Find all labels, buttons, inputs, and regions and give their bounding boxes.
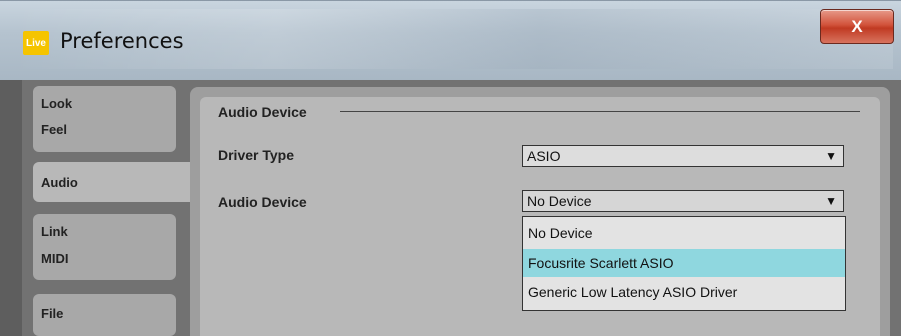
audio-device-select[interactable]: No Device ▼ [522, 190, 844, 212]
tab-look-feel[interactable]: Look Feel [33, 86, 176, 152]
tab-label: Feel [41, 122, 68, 137]
chevron-down-icon: ▼ [825, 149, 837, 163]
close-icon: X [851, 16, 863, 36]
tab-label: Look [41, 96, 73, 111]
tab-label: File [41, 306, 64, 321]
section-divider [340, 111, 860, 112]
audio-device-label: Audio Device [218, 194, 307, 210]
title-bar: Live Preferences X [0, 0, 901, 81]
audio-device-value: No Device [527, 193, 592, 209]
tab-link-midi[interactable]: Link MIDI [33, 214, 176, 280]
window-title: Preferences [60, 29, 184, 53]
chevron-down-icon: ▼ [825, 194, 837, 208]
tab-label: MIDI [41, 251, 69, 266]
dropdown-option[interactable]: Generic Low Latency ASIO Driver [523, 278, 845, 306]
tab-label: Link [41, 224, 68, 239]
section-title: Audio Device [218, 104, 307, 120]
dropdown-option-highlighted[interactable]: Focusrite Scarlett ASIO [523, 249, 845, 277]
driver-type-value: ASIO [527, 148, 561, 164]
app-logo-icon: Live [23, 31, 49, 55]
tab-file[interactable]: File [33, 294, 176, 336]
dropdown-option[interactable]: No Device [523, 219, 845, 247]
driver-type-label: Driver Type [218, 147, 294, 163]
logo-text: Live [25, 37, 46, 49]
audio-device-dropdown: No Device Focusrite Scarlett ASIO Generi… [522, 216, 846, 311]
driver-type-select[interactable]: ASIO ▼ [522, 145, 844, 167]
tab-label: Audio [41, 175, 78, 190]
tab-audio[interactable]: Audio [33, 162, 193, 202]
close-button[interactable]: X [820, 9, 894, 44]
